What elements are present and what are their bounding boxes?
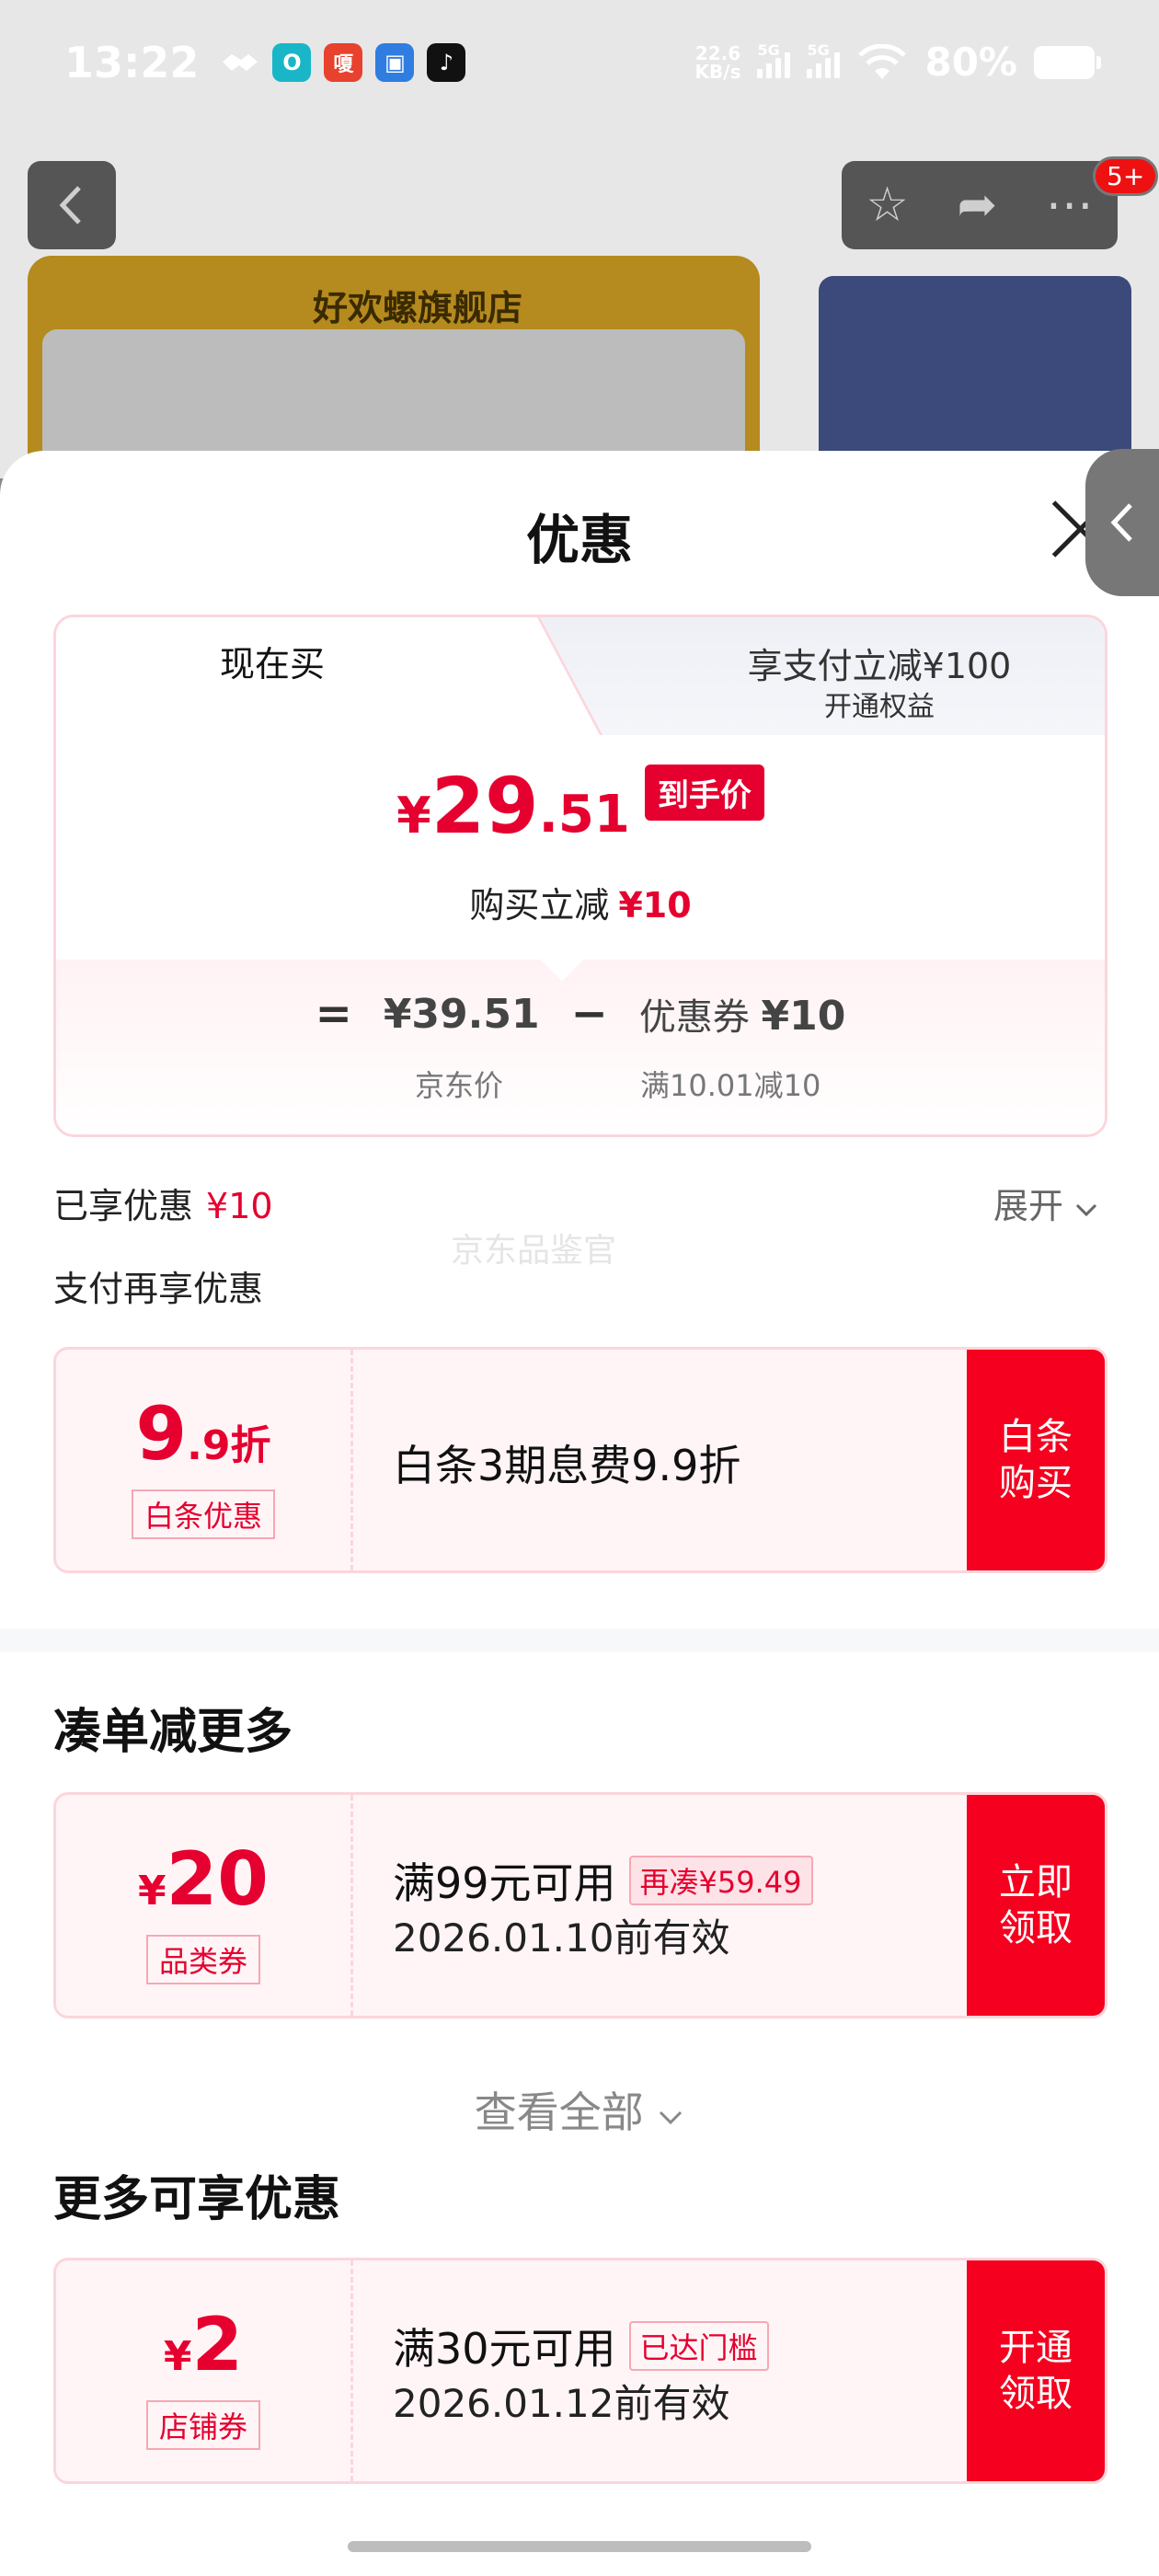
threshold-met-badge: 已达门槛 (628, 2321, 769, 2371)
enjoyed-discount: 已享优惠 ¥10 (53, 1186, 273, 1226)
coupon-need-more-badge: 再凑¥59.49 (628, 1856, 813, 1905)
tab-buy-now[interactable]: 现在买 (56, 636, 488, 686)
coupon-caption: 满10.01减10 (640, 1068, 821, 1103)
base-price: ¥39.51 (383, 990, 540, 1038)
status-bar: 13:22 O 嗄 ▣ ♪ 22.6 KB/s 5G 5G 80% (0, 0, 1159, 124)
tab-pay-discount[interactable]: 享支付立减¥100 (608, 638, 1105, 688)
price-currency: ¥ (396, 787, 431, 845)
section-title-extra: 更多可享优惠 (53, 2172, 341, 2227)
coupon-condition: 满30元可用 已达门槛 (393, 2316, 769, 2376)
watermark: 京东品鉴官 (451, 1232, 617, 1270)
status-time: 13:22 (64, 37, 200, 87)
store-name: 好欢螺旗舰店 (313, 288, 523, 328)
coupon-amount: ¥20 (138, 1836, 269, 1922)
baitiao-offer-card: 9.9折 白条优惠 白条3期息费9.9折 白条购买 (53, 1347, 1107, 1573)
baitiao-discount: 9.9折 (135, 1391, 271, 1477)
price-integer: 29 (430, 761, 539, 851)
view-all-button[interactable]: 查看全部 (0, 2079, 1159, 2140)
chevron-left-icon (1110, 503, 1132, 542)
coupon-type-tag: 品类券 (145, 1935, 261, 1984)
share-icon[interactable]: ➦ (958, 178, 998, 233)
app-blue-icon: ▣ (375, 42, 415, 82)
background-page: 13:22 O 嗄 ▣ ♪ 22.6 KB/s 5G 5G 80% ☆ ➦ ⋯ … (0, 0, 1159, 513)
battery-icon (1034, 45, 1101, 79)
section-title-combine: 凑单减更多 (53, 1705, 293, 1760)
chevron-down-icon (660, 2110, 683, 2125)
minus-sign: − (570, 988, 608, 1040)
baitiao-tag: 白条优惠 (131, 1489, 276, 1539)
notification-badge: 5+ (1093, 156, 1159, 196)
back-button[interactable] (28, 161, 116, 249)
coupon-amount: ¥2 (163, 2302, 244, 2387)
tiktok-icon: ♪ (427, 42, 466, 82)
star-icon[interactable]: ☆ (866, 178, 909, 233)
signal-icon: 5G (757, 41, 791, 78)
equals-sign: = (315, 988, 352, 1040)
baitiao-description: 白条3期息费9.9折 (393, 1441, 741, 1490)
coupon-expiry: 2026.01.10前有效 (393, 1915, 730, 1961)
app-o-icon: O (272, 42, 312, 82)
final-price: ¥ 29 .51 到手价 (56, 765, 1105, 845)
expand-button[interactable]: 展开 (993, 1178, 1098, 1228)
activate-claim-button[interactable]: 开通领取 (967, 2260, 1105, 2481)
coupon-type-tag: 店铺券 (145, 2400, 261, 2450)
app-man-icon: 嗄 (324, 42, 363, 82)
claim-coupon-button[interactable]: 立即领取 (967, 1795, 1105, 2016)
coupon-deduction: 优惠券 ¥10 (638, 993, 846, 1040)
coupon-card: ¥20 品类券 满99元可用 再凑¥59.49 2026.01.10前有效 立即… (53, 1792, 1107, 2018)
signal-icon-2: 5G (807, 41, 841, 78)
chevron-left-icon (59, 186, 81, 224)
coupon-expiry: 2026.01.12前有效 (393, 2381, 730, 2426)
discount-sheet: 优惠 现在买 享支付立减¥100 开通权益 ¥ 29 .51 到手价 购买立减 ¥… (0, 451, 1159, 2576)
more-icon[interactable]: ⋯ (1046, 178, 1094, 233)
store-coupon-card: ¥2 店铺券 满30元可用 已达门槛 2026.01.12前有效 开通领取 (53, 2258, 1107, 2484)
instant-discount: 购买立减 ¥10 (469, 885, 692, 926)
price-calculation: = ¥39.51 − 优惠券 ¥10 京东价 满10.01减10 (56, 960, 1105, 1134)
wifi-icon (858, 43, 907, 79)
handshake-icon (221, 43, 259, 82)
base-price-caption: 京东价 (415, 1068, 504, 1103)
tab-pay-subtitle: 开通权益 (824, 691, 935, 723)
sheet-title: 优惠 (525, 509, 633, 571)
price-breakdown-box: 现在买 享支付立减¥100 开通权益 ¥ 29 .51 到手价 购买立减 ¥10 … (53, 615, 1107, 1137)
battery-percent: 80% (924, 40, 1017, 85)
home-indicator[interactable] (348, 2541, 811, 2552)
net-speed: 22.6 KB/s (694, 41, 741, 83)
chevron-down-icon (1076, 1203, 1097, 1217)
section-divider (0, 1628, 1159, 1652)
side-collapse-tab[interactable] (1085, 449, 1159, 596)
top-actions: ☆ ➦ ⋯ (842, 161, 1118, 249)
coupon-condition: 满99元可用 再凑¥59.49 (393, 1850, 813, 1911)
price-decimal: .51 (538, 785, 630, 845)
pay-more-title: 支付再享优惠 (53, 1269, 264, 1309)
final-price-tag: 到手价 (644, 765, 764, 821)
baitiao-buy-button[interactable]: 白条购买 (967, 1350, 1105, 1570)
